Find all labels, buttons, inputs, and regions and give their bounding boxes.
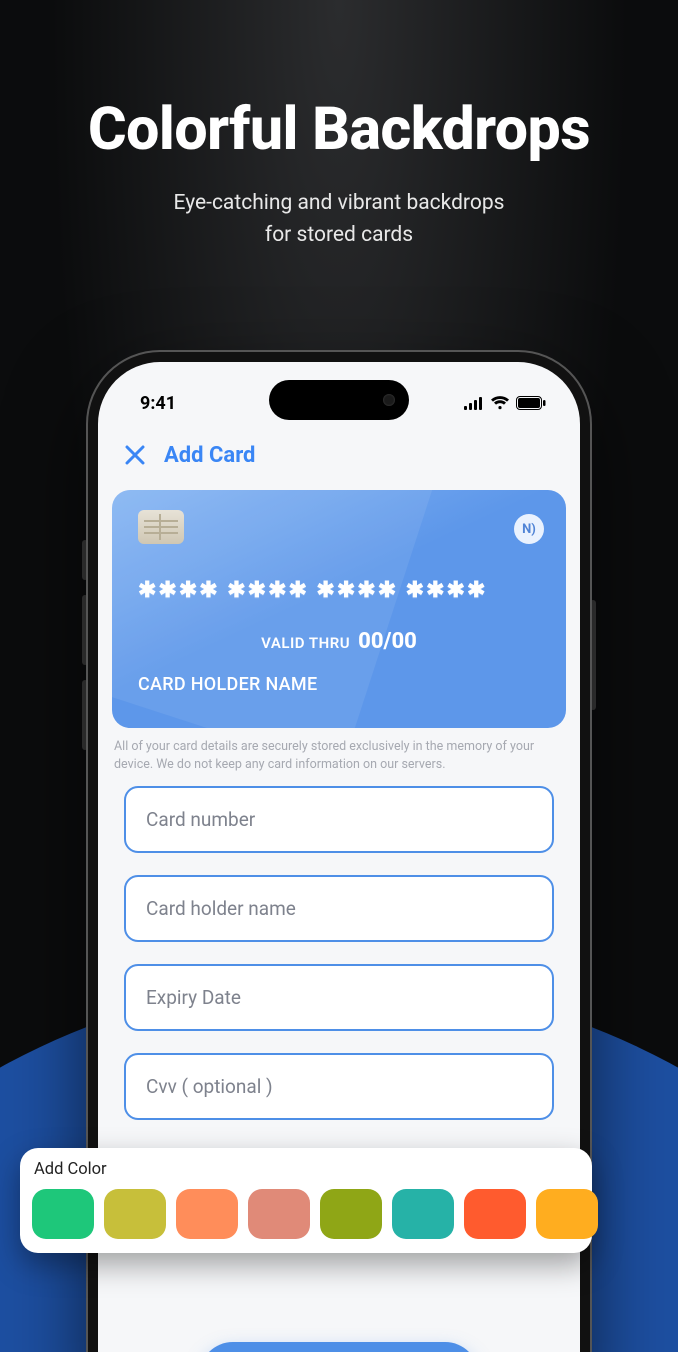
camera-icon <box>383 394 395 406</box>
color-swatch[interactable] <box>248 1189 310 1239</box>
valid-thru-label: VALID THRU <box>261 634 350 652</box>
close-icon <box>123 443 147 467</box>
close-button[interactable] <box>120 440 150 470</box>
color-swatch[interactable] <box>392 1189 454 1239</box>
card-brand-badge: N) <box>514 514 544 544</box>
phone-side-button <box>590 600 596 710</box>
hero-title: Colorful Backdrops <box>0 95 678 164</box>
card-preview-wrap: N) ✱✱✱✱ ✱✱✱✱ ✱✱✱✱ ✱✱✱✱ VALID THRU 00/00 … <box>98 480 580 728</box>
page-title: Add Card <box>164 443 255 468</box>
color-swatch[interactable] <box>104 1189 166 1239</box>
card-number-mask: ✱✱✱✱ ✱✱✱✱ ✱✱✱✱ ✱✱✱✱ <box>138 578 540 603</box>
color-swatch[interactable] <box>176 1189 238 1239</box>
chip-icon <box>138 510 184 544</box>
card-holder-name: CARD HOLDER NAME <box>138 674 540 695</box>
color-picker-panel: Add Color <box>20 1148 592 1253</box>
color-swatch-row <box>32 1189 580 1239</box>
battery-icon <box>516 396 546 410</box>
status-time: 9:41 <box>140 393 176 414</box>
card-form: Card number Card holder name Expiry Date… <box>98 780 580 1120</box>
cvv-input[interactable]: Cvv ( optional ) <box>124 1053 554 1120</box>
color-swatch[interactable] <box>464 1189 526 1239</box>
hero-section: Colorful Backdrops Eye-catching and vibr… <box>0 0 678 251</box>
app-header: Add Card <box>98 422 580 480</box>
hero-subtitle-line: for stored cards <box>265 223 413 247</box>
save-card-button[interactable]: Save Card <box>199 1342 479 1352</box>
card-holder-input[interactable]: Card holder name <box>124 875 554 942</box>
dynamic-island <box>269 380 409 420</box>
cellular-icon <box>464 397 484 410</box>
color-picker-label: Add Color <box>34 1160 578 1179</box>
status-icons <box>464 396 546 410</box>
wifi-icon <box>490 396 510 410</box>
security-disclaimer: All of your card details are securely st… <box>98 728 580 780</box>
card-valid-thru: VALID THRU 00/00 <box>138 629 540 654</box>
color-swatch[interactable] <box>32 1189 94 1239</box>
expiry-date-input[interactable]: Expiry Date <box>124 964 554 1031</box>
card-number-input[interactable]: Card number <box>124 786 554 853</box>
card-preview: N) ✱✱✱✱ ✱✱✱✱ ✱✱✱✱ ✱✱✱✱ VALID THRU 00/00 … <box>112 490 566 728</box>
color-swatch[interactable] <box>320 1189 382 1239</box>
hero-subtitle: Eye-catching and vibrant backdrops for s… <box>0 188 678 251</box>
valid-thru-value: 00/00 <box>358 629 417 654</box>
color-swatch[interactable] <box>536 1189 598 1239</box>
hero-subtitle-line: Eye-catching and vibrant backdrops <box>174 191 505 215</box>
